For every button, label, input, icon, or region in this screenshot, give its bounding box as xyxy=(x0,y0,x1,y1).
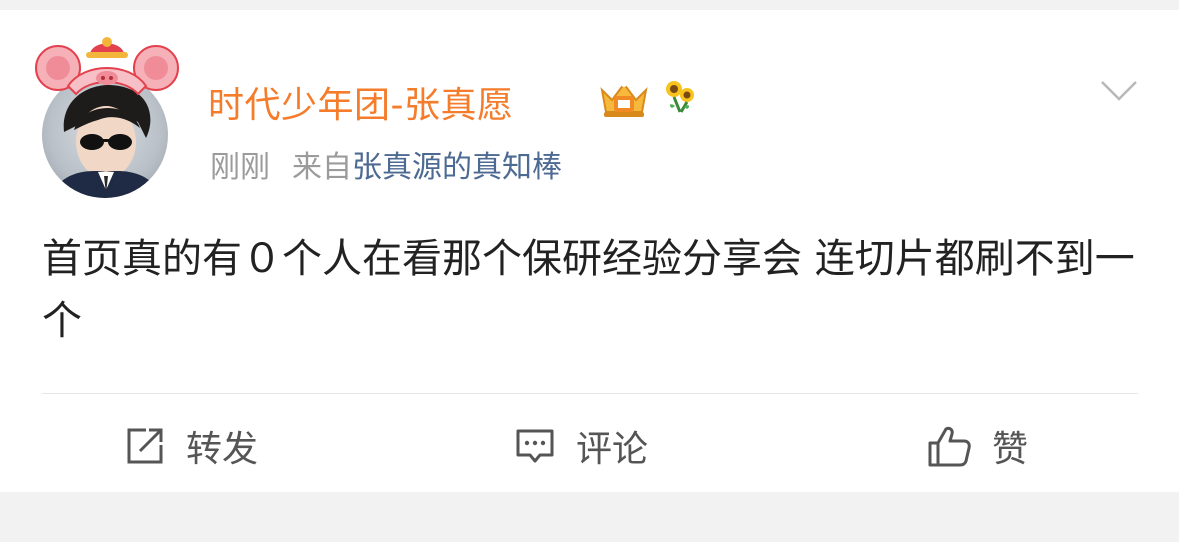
chevron-down-icon[interactable] xyxy=(1100,80,1138,102)
comment-button[interactable]: 评论 xyxy=(514,422,648,470)
post-meta: 刚刚 来自张真源的真知棒 xyxy=(210,142,562,186)
comment-label: 评论 xyxy=(576,429,649,470)
repost-label: 转发 xyxy=(186,429,259,470)
like-label: 赞 xyxy=(992,429,1029,470)
pig-frame-decoration-icon xyxy=(34,32,180,102)
repost-button[interactable]: 转发 xyxy=(124,422,258,470)
sunflower-badge-icon xyxy=(660,76,700,116)
post-content: 首页真的有０个人在看那个保研经验分享会 连切片都刷不到一个 xyxy=(42,236,1135,344)
source-link[interactable]: 张真源的真知棒 xyxy=(352,150,562,185)
thumbs-up-icon xyxy=(928,426,971,467)
comment-icon xyxy=(516,429,554,463)
repost-icon xyxy=(127,428,163,464)
post-time: 刚刚 xyxy=(210,150,270,185)
avatar[interactable] xyxy=(34,32,180,198)
like-button[interactable]: 赞 xyxy=(926,422,1028,470)
username[interactable]: 时代少年团-张真愿 xyxy=(208,76,514,128)
crown-badge-icon[interactable] xyxy=(596,76,652,120)
divider xyxy=(42,393,1138,394)
source-prefix: 来自 xyxy=(292,150,352,185)
weibo-post-card: 时代少年团-张真愿 刚刚 来自张真源的真知棒 首页真的有０个人在看那个保研经验分享… xyxy=(0,10,1179,492)
